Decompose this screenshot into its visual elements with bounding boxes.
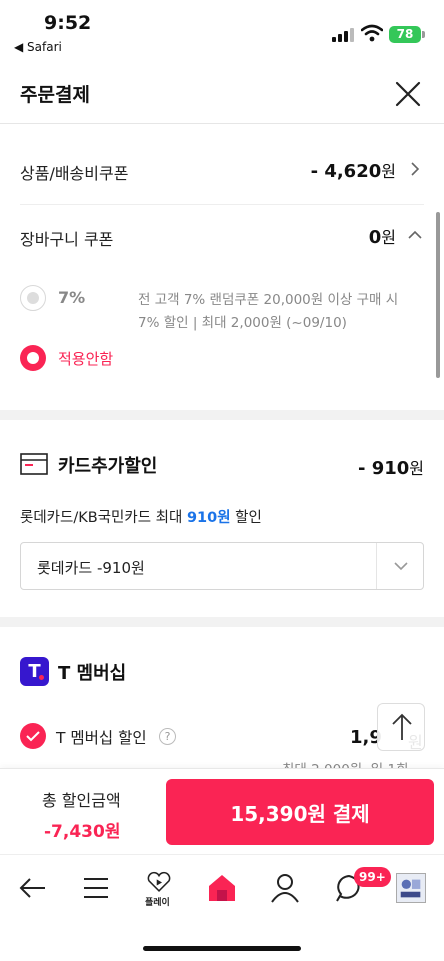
not-apply-label: 적용안함: [58, 350, 114, 368]
t-membership-discount-label: T 멤버십 할인: [56, 729, 147, 747]
menu-icon[interactable]: [79, 871, 113, 905]
signal-icon: [332, 26, 354, 42]
card-discount-title: 카드추가할인: [58, 456, 158, 477]
radio-unselected[interactable]: [20, 285, 46, 311]
t-membership-logo: T: [20, 657, 49, 686]
cart-coupon-option-7[interactable]: 7% 전 고객 7% 랜덤쿠폰 20,000원 이상 구매 시 7% 할인 | …: [20, 285, 424, 335]
wifi-icon: [361, 24, 383, 42]
card-discount-value: - 910원: [357, 458, 424, 479]
page-header: 주문결제: [0, 62, 444, 124]
cart-coupon-row[interactable]: 장바구니 쿠폰 0원: [20, 204, 424, 270]
coupon-desc-line1: 전 고객 7% 랜덤쿠폰 20,000원 이상 구매 시: [138, 292, 399, 308]
status-bar: 9:52 ◀ Safari 78: [0, 0, 444, 62]
page-title: 주문결제: [20, 84, 90, 106]
scrollbar[interactable]: [436, 212, 440, 378]
t-membership-title: T 멤버십: [58, 663, 127, 684]
arrow-up-icon: [392, 713, 412, 740]
chevron-down-icon: [394, 562, 408, 571]
total-discount-value: -7,430원: [44, 822, 121, 842]
help-icon[interactable]: ?: [159, 728, 176, 745]
recent-icon[interactable]: [396, 873, 426, 903]
cart-coupon-label: 장바구니 쿠폰: [20, 230, 114, 249]
chat-badge: 99+: [354, 867, 391, 887]
radio-selected[interactable]: [20, 345, 46, 371]
coupon-desc-line2: 7% 할인 | 최대 2,000원 (~09/10): [138, 315, 347, 331]
card-discount-desc: 롯데카드/KB국민카드 최대 910원 할인: [20, 510, 262, 526]
home-indicator: [143, 946, 301, 951]
pay-button[interactable]: 15,390원 결제: [166, 779, 434, 845]
section-divider: [0, 617, 444, 627]
card-select-value: 롯데카드 -910원: [37, 559, 145, 577]
coupon-percent: 7%: [58, 288, 86, 307]
payment-bar: 총 할인금액 -7,430원 15,390원 결제: [0, 768, 444, 854]
status-time: 9:52: [44, 12, 92, 34]
product-coupon-value: - 4,620원: [310, 161, 396, 182]
cart-coupon-value: 0원: [368, 227, 396, 248]
total-discount-label: 총 할인금액: [42, 791, 121, 810]
back-icon[interactable]: [16, 871, 50, 905]
chevron-right-icon: [411, 162, 420, 176]
product-coupon-label: 상품/배송비쿠폰: [20, 164, 129, 183]
back-to-safari[interactable]: ◀ Safari: [14, 40, 62, 54]
play-icon[interactable]: 플레이: [142, 871, 176, 908]
card-select[interactable]: 롯데카드 -910원: [20, 542, 424, 590]
card-discount-highlight: 910원: [186, 510, 231, 526]
bottom-nav: 플레이 99+: [0, 854, 444, 961]
section-divider: [0, 410, 444, 420]
chevron-up-icon: [408, 230, 422, 239]
scroll-to-top-button[interactable]: [377, 703, 425, 751]
play-label: 플레이: [145, 898, 170, 908]
home-icon[interactable]: [205, 871, 239, 905]
my-icon[interactable]: [268, 871, 302, 905]
card-icon: [20, 453, 48, 475]
close-icon[interactable]: [392, 78, 424, 110]
t-membership-checkbox[interactable]: [20, 723, 46, 749]
cart-coupon-not-apply[interactable]: 적용안함: [20, 345, 424, 373]
battery-icon: 78: [389, 26, 421, 43]
product-coupon-row[interactable]: 상품/배송비쿠폰 - 4,620원: [20, 138, 424, 204]
